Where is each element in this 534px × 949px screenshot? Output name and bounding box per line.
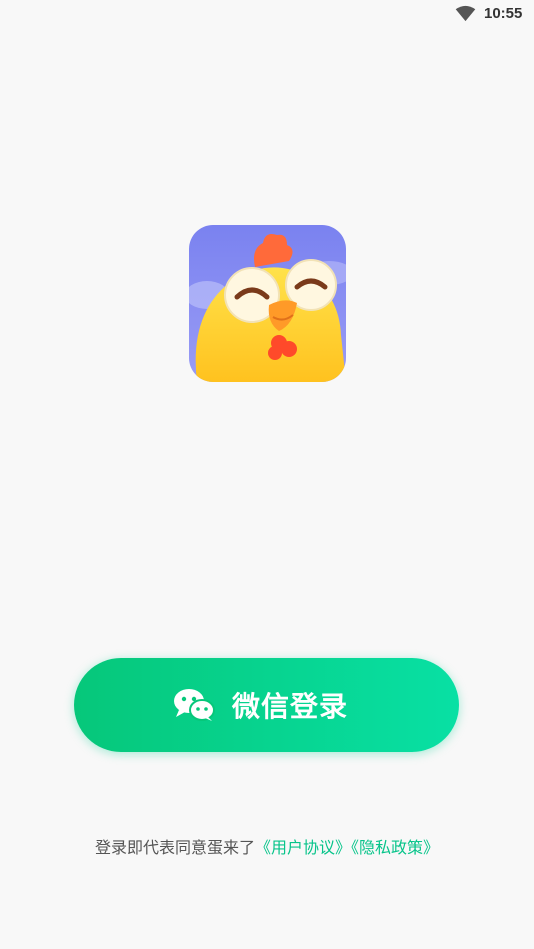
wechat-login-label: 微信登录 — [231, 690, 348, 723]
chicken-mascot-icon — [189, 225, 346, 382]
status-time: 10:55 — [484, 5, 523, 22]
status-bar: 10:55 — [0, 0, 534, 28]
wifi-icon — [455, 5, 476, 22]
app-logo — [189, 225, 346, 382]
wechat-login-button[interactable]: 微信登录 — [74, 658, 459, 752]
login-screen: 10:55 微信登录 登录即代表同意蛋来了《用户协议》《隐私政策》 — [0, 0, 534, 949]
agreement-text: 登录即代表同意蛋来了《用户协议》《隐私政策》 — [0, 834, 534, 858]
user-agreement-link[interactable]: 《用户协议》 — [255, 838, 351, 857]
privacy-policy-link[interactable]: 《隐私政策》 — [351, 838, 439, 857]
wechat-icon — [173, 689, 215, 721]
agreement-prefix: 登录即代表同意蛋来了 — [94, 838, 255, 857]
